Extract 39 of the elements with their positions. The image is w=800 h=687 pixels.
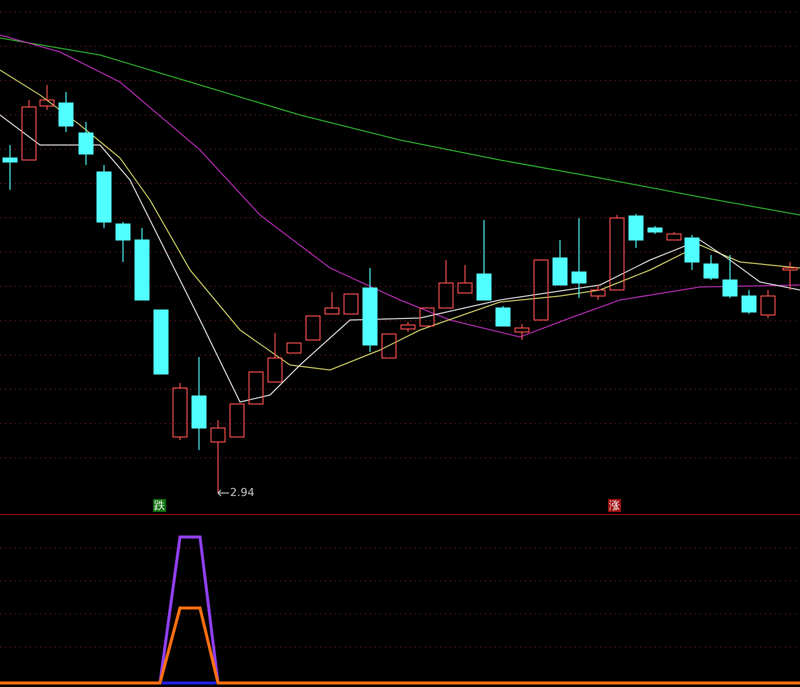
low-price-label: 2.94 <box>230 486 254 500</box>
candlestick <box>722 254 738 298</box>
candlestick <box>496 306 510 326</box>
candlestick <box>96 164 112 228</box>
candlestick <box>230 404 244 438</box>
candlestick <box>22 100 36 160</box>
candlestick <box>782 262 798 290</box>
candlestick <box>628 214 644 248</box>
candlestick <box>552 240 568 286</box>
candlestick <box>458 264 472 294</box>
candlestick <box>760 290 776 318</box>
candlestick <box>514 324 530 340</box>
candlestick <box>268 332 282 382</box>
candlestick <box>172 382 188 440</box>
candlestick <box>742 290 756 314</box>
candlestick <box>534 260 548 320</box>
candlestick <box>116 222 130 262</box>
candlestick <box>248 372 264 404</box>
candlestick <box>286 342 302 354</box>
signal-label: 涨 <box>608 499 621 512</box>
candlestick <box>400 322 416 332</box>
candlestick <box>438 260 454 308</box>
candlestick <box>2 144 18 190</box>
candlestick <box>666 232 682 240</box>
candlestick <box>382 334 396 358</box>
candlestick <box>590 284 606 300</box>
candlestick <box>306 316 320 340</box>
candlestick <box>324 292 340 314</box>
candlestick <box>58 92 74 132</box>
candlestick <box>40 84 54 110</box>
candlestick <box>684 234 700 270</box>
signal-label: 跌 <box>153 499 166 512</box>
candlestick <box>648 226 662 234</box>
candlestick <box>78 122 94 166</box>
candlestick <box>704 254 718 280</box>
candlestick <box>154 310 168 374</box>
candlestick <box>344 294 358 314</box>
candlestick <box>420 308 434 326</box>
arrow-icon <box>217 489 229 497</box>
